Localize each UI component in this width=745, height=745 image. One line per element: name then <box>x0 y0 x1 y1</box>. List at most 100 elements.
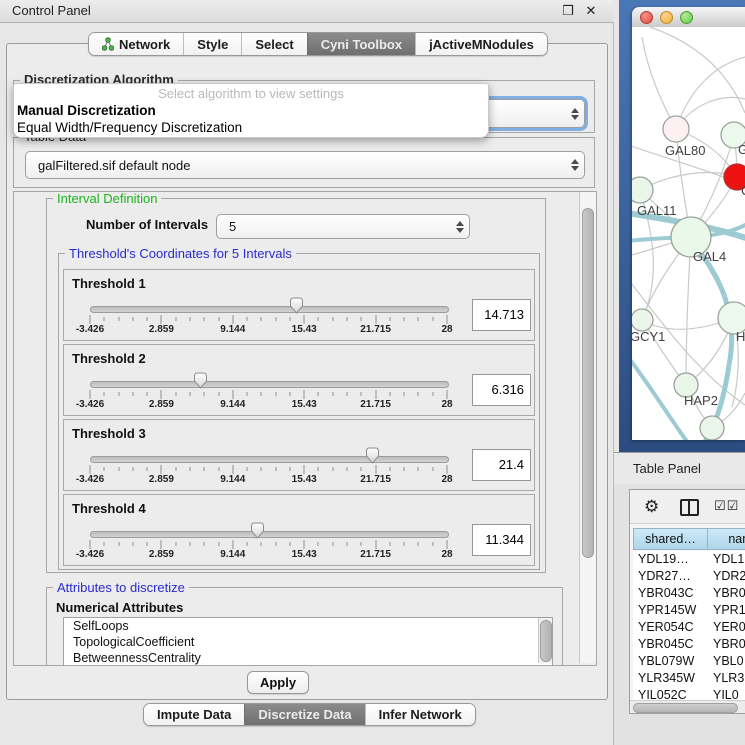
attributes-list-scrollbar-thumb[interactable] <box>540 620 552 662</box>
gear-icon[interactable]: ⚙ <box>644 497 659 517</box>
bottom-tab-impute-data[interactable]: Impute Data <box>144 704 244 725</box>
slider-track[interactable] <box>90 531 449 538</box>
table-row[interactable]: YBR045C YBR0 <box>633 636 745 653</box>
number-of-intervals-combobox[interactable]: 5 <box>216 214 470 239</box>
threshold-value-field[interactable]: 11.344 <box>472 524 531 556</box>
dropdown-prompt-item[interactable]: Select algorithm to view settings <box>14 86 488 101</box>
network-icon <box>102 37 114 51</box>
slider-track[interactable] <box>90 306 449 313</box>
table-panel-title: Table Panel <box>633 453 701 485</box>
table-cell[interactable]: YDL19… <box>638 551 708 568</box>
horizontal-scrollbar[interactable] <box>630 700 745 713</box>
minimize-traffic-light-icon[interactable] <box>660 11 673 24</box>
table-cell[interactable]: YBL079W <box>638 653 708 670</box>
table-column-header[interactable]: name <box>708 528 745 550</box>
table-cell[interactable]: YBR0 <box>713 636 745 653</box>
table-panel-body: ⚙ ☑☑ shared…name YDL19…YDL1YDR27…YDR2YBR… <box>614 484 745 745</box>
apply-button[interactable]: Apply <box>247 671 309 694</box>
network-edge[interactable] <box>650 27 745 113</box>
network-canvas[interactable]: GAL80GACGAL11GAL4GCY1HHAP2 <box>632 27 745 440</box>
table-column-header[interactable]: shared… <box>633 528 708 550</box>
network-window-titlebar[interactable] <box>632 7 745 28</box>
tab-jactivemnodules[interactable]: jActiveMNodules <box>415 33 547 55</box>
bottom-tab-discretize-data[interactable]: Discretize Data <box>244 704 364 725</box>
network-edge[interactable] <box>640 173 737 190</box>
table-cell[interactable]: YDR27… <box>638 568 708 585</box>
table-row[interactable]: YLR345W YLR3 <box>633 670 745 687</box>
table-cell[interactable]: YBR043C <box>638 585 708 602</box>
table-row[interactable]: YER054C YER0 <box>633 619 745 636</box>
vertical-scrollbar[interactable] <box>579 192 596 663</box>
attribute-list-item[interactable]: BetweennessCentrality <box>64 650 552 666</box>
table-cell[interactable]: YER054C <box>638 619 708 636</box>
network-node[interactable] <box>663 116 689 142</box>
table-cell[interactable]: YBL0 <box>713 653 745 670</box>
numerical-attributes-list[interactable]: SelfLoopsTopologicalCoefficientBetweenne… <box>63 617 553 666</box>
network-node-label: C <box>741 183 745 198</box>
threshold-label: Threshold 1 <box>72 276 146 291</box>
tab-cyni-toolbox[interactable]: Cyni Toolbox <box>307 33 415 55</box>
table-cell[interactable]: YPR1 <box>713 602 745 619</box>
tab-select[interactable]: Select <box>241 33 306 55</box>
select-columns-checkbox-icon[interactable]: ☑☑ <box>714 498 739 514</box>
threshold-value-field[interactable]: 21.4 <box>472 449 531 481</box>
table-row[interactable]: YDL19… YDL1 <box>633 551 745 568</box>
slider-thumb[interactable] <box>193 372 208 389</box>
table-row[interactable]: YBL079W YBL0 <box>633 653 745 670</box>
tab-style[interactable]: Style <box>183 33 241 55</box>
network-node-label: HAP2 <box>684 393 718 408</box>
table-cell[interactable]: YBR0 <box>713 585 745 602</box>
table-cell[interactable]: YLR3 <box>713 670 745 687</box>
slider-track[interactable] <box>90 381 449 388</box>
network-node[interactable] <box>700 416 724 440</box>
attribute-list-item[interactable]: TopologicalCoefficient <box>64 634 552 650</box>
network-node-label: GAL11 <box>637 203 677 218</box>
table-cell[interactable]: YDR2 <box>713 568 745 585</box>
table-cell[interactable]: YDL1 <box>713 551 745 568</box>
float-window-icon[interactable]: ❒ <box>561 4 575 18</box>
slider-track[interactable] <box>90 456 449 463</box>
network-edge-highlighted[interactable] <box>632 357 688 440</box>
network-node[interactable] <box>632 309 653 331</box>
table-cell[interactable]: YPR145W <box>638 602 708 619</box>
tab-network[interactable]: Network <box>89 33 183 55</box>
table-cell[interactable]: YLR345W <box>638 670 708 687</box>
vertical-scrollbar-thumb[interactable] <box>582 208 594 558</box>
table-rows: YDL19…YDL1YDR27…YDR2YBR043CYBR0YPR145WYP… <box>633 551 745 700</box>
table-cell[interactable]: YIL052C <box>638 687 708 700</box>
attributes-list-scrollbar[interactable] <box>538 618 552 663</box>
slider-ticks <box>90 315 447 324</box>
table-row[interactable]: YBR043C YBR0 <box>633 585 745 602</box>
table-row[interactable]: YDR27… YDR2 <box>633 568 745 585</box>
close-window-icon[interactable]: ✕ <box>584 4 598 18</box>
dropdown-option[interactable]: Equal Width/Frequency Discretization <box>16 119 485 136</box>
zoom-traffic-light-icon[interactable] <box>680 11 693 24</box>
slider-tick-labels: -3.4262.8599.14415.4321.71528 <box>90 399 447 411</box>
table-cell[interactable]: YIL0 <box>713 687 745 700</box>
slider-thumb[interactable] <box>250 522 265 539</box>
threshold-value-field[interactable]: 6.316 <box>472 374 531 406</box>
threshold-panel: Threshold 1-3.4262.8599.14415.4321.71528… <box>63 269 535 341</box>
close-traffic-light-icon[interactable] <box>640 11 653 24</box>
thresholds-group-label: Threshold's Coordinates for 5 Intervals <box>65 247 296 260</box>
network-edge[interactable] <box>686 237 691 385</box>
table-header-row: shared…name <box>633 528 745 550</box>
table-row[interactable]: YIL052C YIL0 <box>633 687 745 700</box>
horizontal-scrollbar-thumb[interactable] <box>633 703 738 713</box>
table-row[interactable]: YPR145W YPR1 <box>633 602 745 619</box>
table-cell[interactable]: YER0 <box>713 619 745 636</box>
threshold-value-field[interactable]: 14.713 <box>472 299 531 331</box>
bottom-tab-infer-network[interactable]: Infer Network <box>365 704 475 725</box>
slider-thumb[interactable] <box>289 297 304 314</box>
threshold-panel: Threshold 4-3.4262.8599.14415.4321.71528… <box>63 494 535 566</box>
network-edge[interactable] <box>642 37 676 129</box>
table-cell[interactable]: YBR045C <box>638 636 708 653</box>
network-node-label: GCY1 <box>632 329 665 344</box>
attribute-list-item[interactable]: SelfLoops <box>64 618 552 634</box>
network-node[interactable] <box>632 177 653 203</box>
split-columns-icon[interactable] <box>680 499 699 516</box>
slider-thumb[interactable] <box>365 447 380 464</box>
network-view-window: GAL80GACGAL11GAL4GCY1HHAP2 <box>632 7 745 440</box>
table-data-combobox[interactable]: galFiltered.sif default node <box>25 151 585 179</box>
dropdown-option[interactable]: Manual Discretization <box>16 102 485 119</box>
